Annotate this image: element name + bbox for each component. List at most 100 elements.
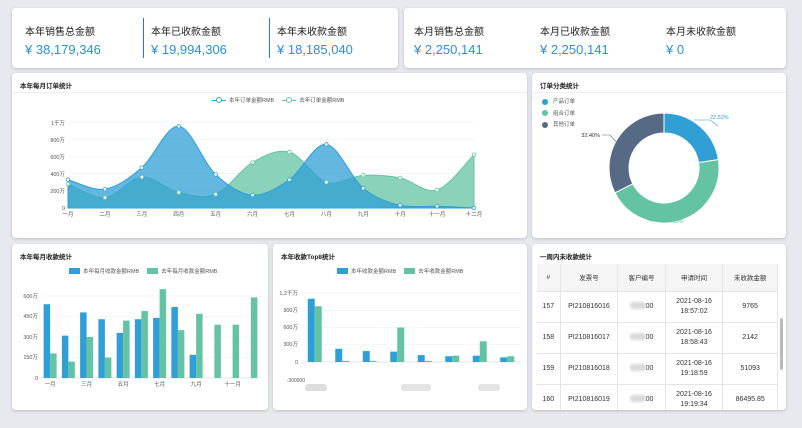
bar[interactable]	[159, 289, 167, 378]
bar[interactable]	[479, 341, 487, 362]
blurred-x-label	[305, 384, 327, 391]
data-point[interactable]	[471, 205, 477, 211]
stat-label: 本月已收款金额	[540, 27, 610, 38]
data-point[interactable]	[250, 160, 255, 165]
bar[interactable]	[86, 337, 94, 378]
bar[interactable]	[116, 332, 124, 378]
stat-value: ¥ 19,994,306	[151, 42, 227, 57]
cell-date: 2021-08-16 18:58:43	[665, 322, 724, 354]
data-point[interactable]	[434, 187, 440, 193]
slice-label-other: 32.40%	[581, 133, 600, 139]
bar[interactable]	[214, 324, 221, 378]
bar[interactable]	[250, 297, 258, 378]
bar[interactable]	[507, 356, 515, 362]
data-point[interactable]	[65, 177, 71, 182]
table-row[interactable]: 159 PI210816018 00 2021-08-16 19:18:59 51…	[537, 353, 778, 385]
cell-date: 2021-08-16 19:18:59	[665, 353, 724, 385]
bar[interactable]	[452, 355, 460, 362]
bar[interactable]	[43, 304, 51, 378]
data-point[interactable]	[324, 179, 329, 185]
table-row[interactable]: 158 PI210816017 00 2021-08-16 18:58:43 21…	[537, 322, 778, 354]
bar[interactable]	[369, 360, 377, 362]
bar[interactable]	[141, 311, 148, 378]
bar[interactable]	[50, 353, 57, 378]
data-point[interactable]	[287, 149, 292, 155]
data-point[interactable]	[434, 204, 440, 209]
col-header-customer[interactable]: 客户编号	[617, 264, 666, 292]
bar[interactable]	[472, 355, 480, 362]
cell-amount: 9765	[722, 291, 778, 323]
bar[interactable]	[189, 354, 197, 378]
data-point[interactable]	[139, 165, 145, 170]
data-point[interactable]	[102, 186, 108, 192]
col-header-invoice[interactable]: 发票号	[560, 264, 619, 292]
cell-customer: 00	[617, 353, 666, 385]
bar[interactable]	[445, 356, 453, 362]
bar[interactable]	[80, 312, 87, 378]
y-tick: 300万	[283, 341, 298, 348]
bar[interactable]	[232, 324, 240, 378]
data-point[interactable]	[361, 186, 366, 191]
bar[interactable]	[104, 357, 112, 379]
stat-label: 本年未收款金额	[277, 27, 347, 38]
cell-invoice: PI210816018	[560, 353, 619, 385]
bar[interactable]	[307, 298, 315, 362]
bar[interactable]	[68, 361, 75, 378]
bar[interactable]	[417, 355, 425, 362]
x-tick: 九月	[191, 380, 202, 388]
data-point[interactable]	[397, 175, 403, 181]
data-point[interactable]	[176, 124, 181, 129]
data-point[interactable]	[213, 172, 218, 177]
data-point[interactable]	[397, 203, 403, 208]
pie-slice[interactable]	[614, 159, 720, 224]
bar[interactable]	[98, 319, 105, 378]
bar[interactable]	[123, 320, 130, 378]
data-point[interactable]	[176, 190, 181, 195]
data-point[interactable]	[213, 192, 218, 197]
bar[interactable]	[196, 313, 203, 378]
monthly-receipts-chart: 600万 450万 300万 150万 0 一月 三月 五月 七月 九月 十一月	[23, 289, 260, 388]
blurred-x-label	[478, 384, 500, 391]
y-tick: 0	[35, 376, 38, 382]
bar[interactable]	[335, 348, 343, 362]
bar[interactable]	[153, 317, 160, 378]
data-point[interactable]	[361, 173, 366, 178]
bar[interactable]	[177, 330, 185, 378]
data-point[interactable]	[287, 177, 292, 182]
col-header-amount[interactable]: 未收款金额	[722, 264, 778, 292]
bar[interactable]	[61, 335, 69, 378]
data-point[interactable]	[250, 192, 255, 198]
table-row[interactable]: 157 PI210816016 00 2021-08-16 18:57:02 97…	[537, 291, 778, 323]
col-header-date[interactable]: 申请时间	[665, 264, 724, 292]
bar[interactable]	[134, 319, 142, 378]
cell-invoice: PI210816019	[560, 384, 619, 410]
y-tick: 600万	[50, 154, 65, 161]
bar[interactable]	[397, 327, 405, 363]
table-scrollbar[interactable]	[780, 318, 783, 370]
bar[interactable]	[342, 360, 350, 362]
bar[interactable]	[362, 351, 370, 362]
y-tick: 800万	[50, 137, 65, 144]
uncollected-week-panel: 一周内未收款统计 # 发票号 客户编号 申请时间 未收款金额 157 PI210…	[532, 244, 786, 410]
data-point[interactable]	[102, 195, 108, 200]
pie-slice[interactable]	[608, 112, 665, 194]
bar[interactable]	[314, 306, 322, 362]
data-point[interactable]	[471, 152, 477, 157]
cell-customer: 00	[617, 384, 666, 410]
bar[interactable]	[390, 351, 398, 362]
bar[interactable]	[171, 306, 178, 378]
y-tick: 200万	[50, 188, 65, 195]
year-stats-card: 本年销售总金额 ¥ 38,179,346 本年已收款金额 ¥ 19,994,30…	[12, 8, 398, 68]
cell-invoice: PI210816017	[560, 322, 619, 354]
y-tick: 0	[295, 360, 298, 366]
bar[interactable]	[424, 360, 432, 362]
data-point[interactable]	[324, 142, 329, 147]
col-header-index[interactable]: #	[537, 264, 561, 292]
table-row[interactable]: 160 PI210816019 00 2021-08-16 19:19:34 86…	[537, 384, 778, 410]
bar[interactable]	[500, 357, 508, 362]
cell-invoice: PI210816016	[560, 291, 619, 323]
x-tick: 十一月	[224, 380, 241, 388]
data-point[interactable]	[65, 181, 71, 187]
data-point[interactable]	[139, 174, 145, 180]
time-text: 19:18:59	[680, 369, 708, 377]
